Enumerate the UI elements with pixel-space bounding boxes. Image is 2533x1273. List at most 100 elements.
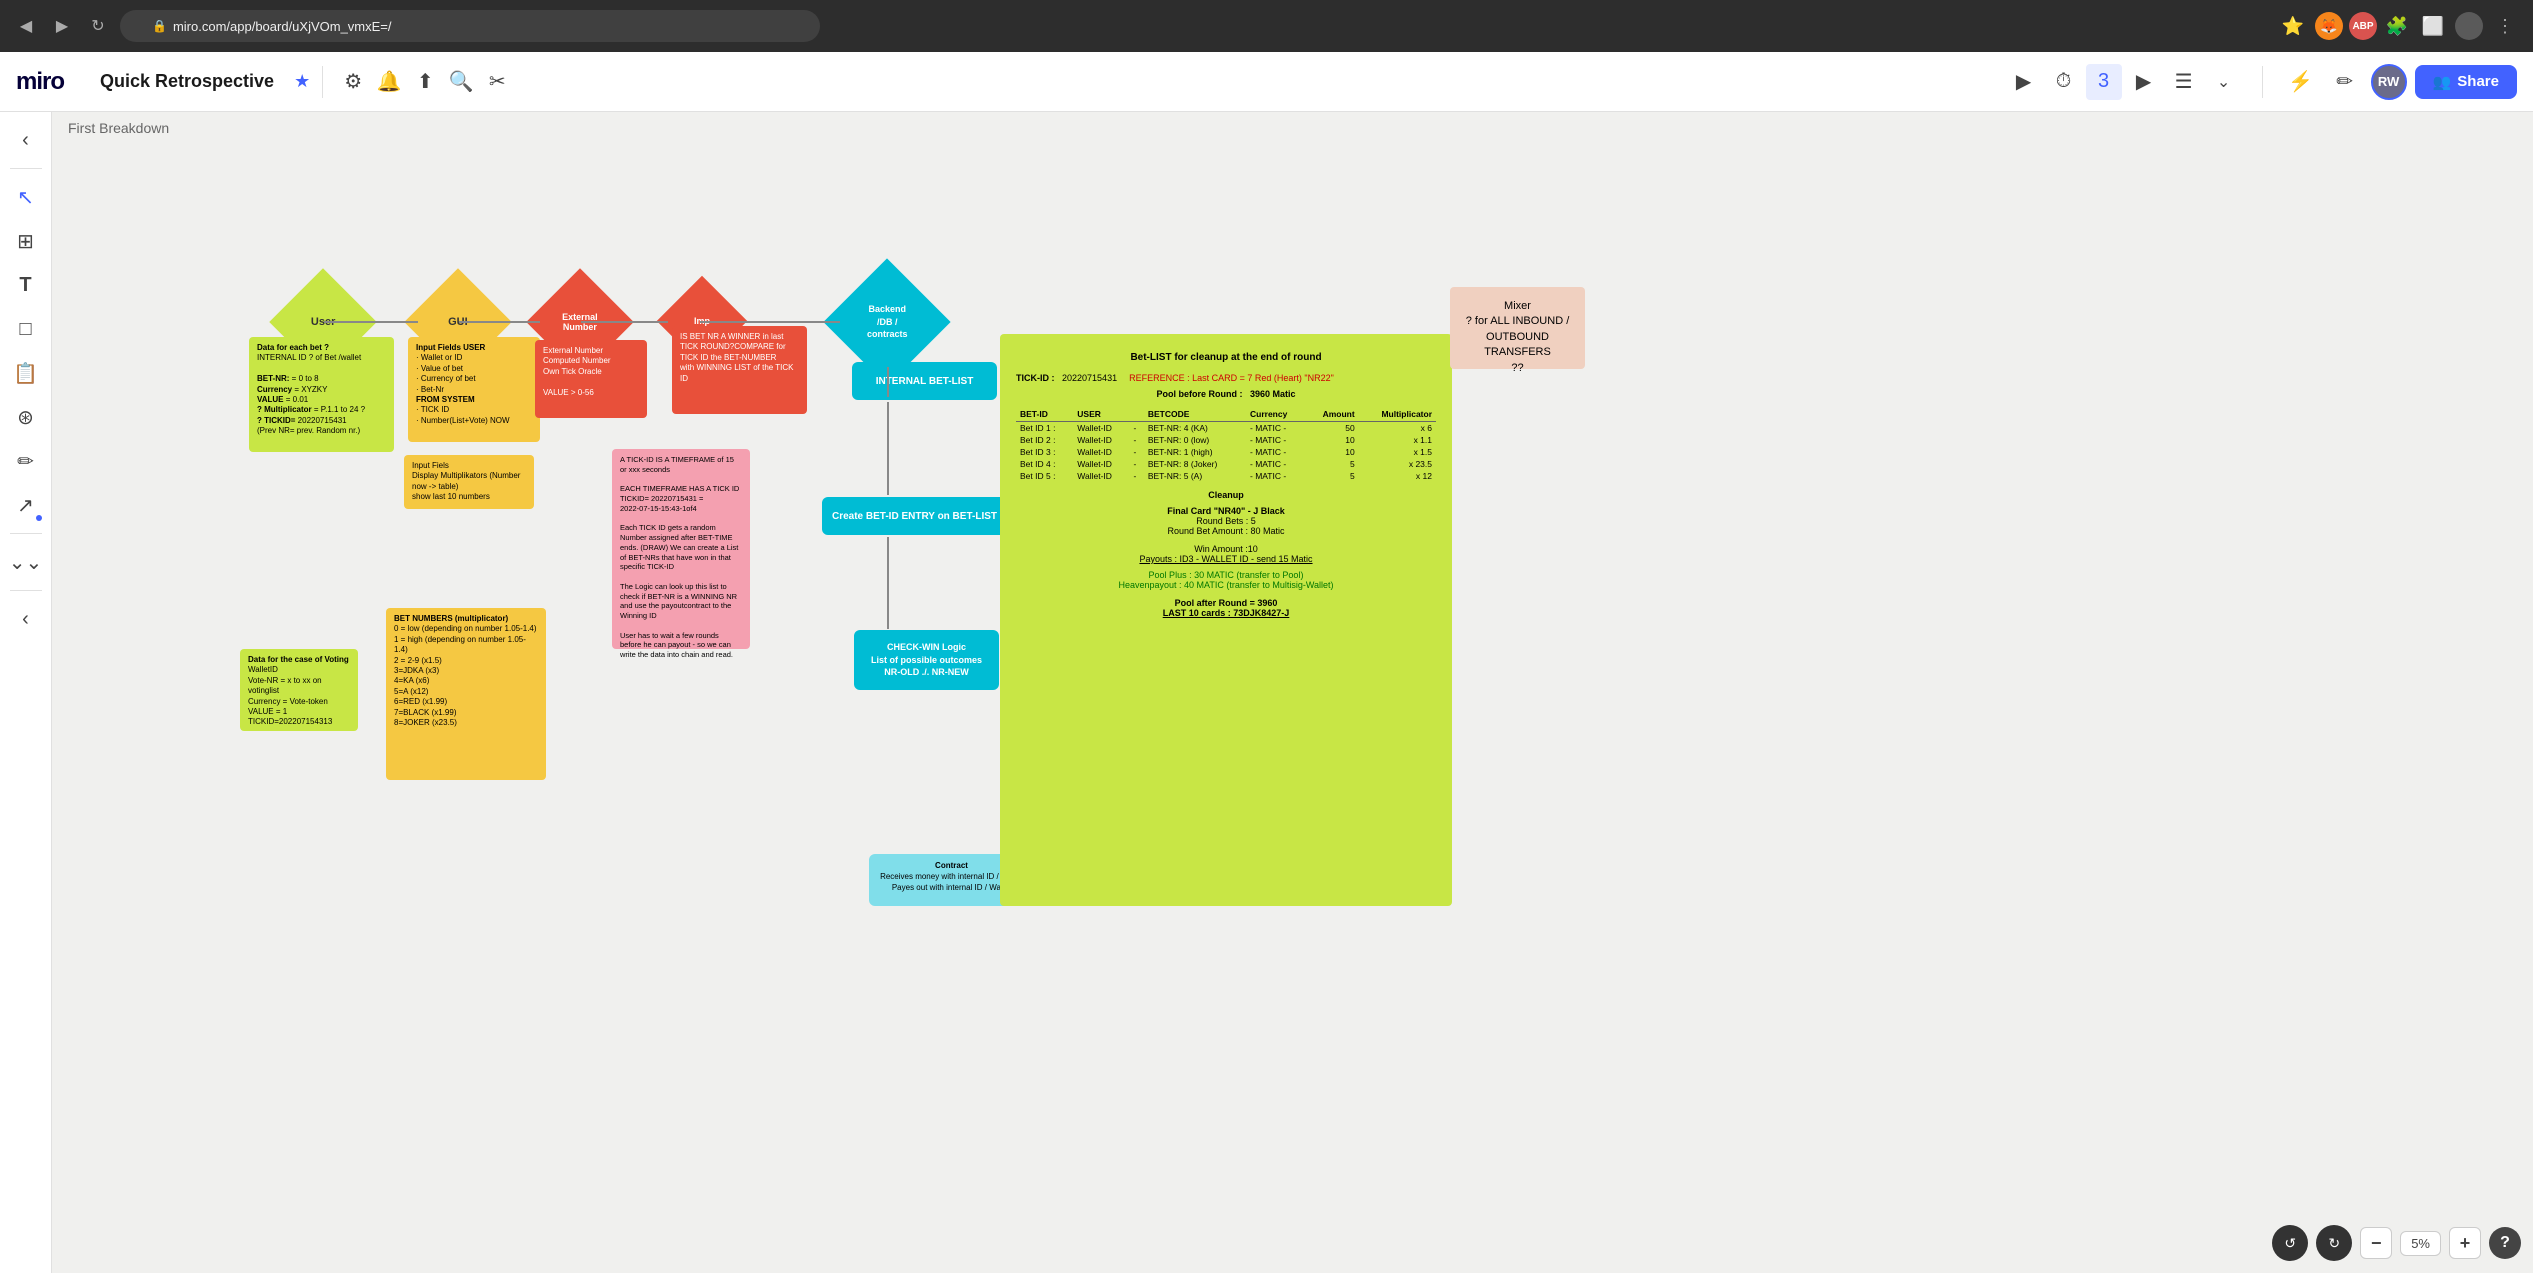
check-win-box[interactable]: CHECK-WIN LogicList of possible outcomes… xyxy=(854,630,999,690)
collapse-bottom-button[interactable]: ‹ xyxy=(6,599,46,639)
crop-icon[interactable]: ✂ xyxy=(479,64,515,100)
pen-tool-icon[interactable]: ✏ xyxy=(2327,64,2363,100)
browser-chrome: ◀ ▶ ↻ 🔒 miro.com/app/board/uXjVOm_vmxE=/… xyxy=(0,0,2533,52)
collapse-icon[interactable]: ▶ xyxy=(2006,64,2042,100)
notes-button[interactable]: 📋 xyxy=(6,353,46,393)
abp-icon: ABP xyxy=(2349,12,2377,40)
board-title[interactable]: Quick Retrospective xyxy=(92,67,282,96)
user-data-sticky[interactable]: Data for each bet ? INTERNAL ID ? of Bet… xyxy=(249,337,394,452)
tick-id-row: TICK-ID : 20220715431 REFERENCE : Last C… xyxy=(1016,373,1436,383)
share-label: Share xyxy=(2457,73,2499,90)
menu-list-icon[interactable]: ☰ xyxy=(2166,64,2202,100)
round-bets-label: Round Bets : 5 xyxy=(1016,516,1436,526)
create-bet-id-box[interactable]: Create BET-ID ENTRY on BET-LIST xyxy=(822,497,1007,535)
tick-id-sticky[interactable]: A TICK-ID IS A TIMEFRAME of 15 or xxx se… xyxy=(612,449,750,649)
nav-back-button[interactable]: ◀ xyxy=(12,12,40,40)
bet-numbers-sticky[interactable]: BET NUMBERS (multiplicator) 0 = low (dep… xyxy=(386,608,546,780)
line-user-gui xyxy=(324,321,418,323)
input-fields-text: Input Fields USER · Wallet or ID · Value… xyxy=(416,343,532,426)
more-options-icon[interactable]: ⌄ xyxy=(2206,64,2242,100)
mixer-box[interactable]: Mixer ? for ALL INBOUND / OUTBOUND TRANS… xyxy=(1450,287,1585,369)
more-tools-button[interactable]: ⌄⌄ xyxy=(6,542,46,582)
table-row: Bet ID 5 : Wallet-ID - BET-NR: 5 (A) - M… xyxy=(1016,470,1436,482)
table-row: Bet ID 4 : Wallet-ID - BET-NR: 8 (Joker)… xyxy=(1016,458,1436,470)
bet-table: BET-ID USER BETCODE Currency Amount Mult… xyxy=(1016,407,1436,482)
main-canvas[interactable]: First Breakdown User GUI ExternalNumber … xyxy=(52,112,2533,1273)
tick-id-text: A TICK-ID IS A TIMEFRAME of 15 or xxx se… xyxy=(620,455,742,660)
cleanup-label: Cleanup xyxy=(1016,490,1436,500)
final-card-label: Final Card "NR40" - J Black xyxy=(1016,506,1436,516)
active-dot xyxy=(36,515,42,521)
line-gui-ext xyxy=(459,321,540,323)
is-bet-nr-sticky[interactable]: IS BET NR A WINNER in last TICK ROUND?CO… xyxy=(672,326,807,414)
help-button[interactable]: ? xyxy=(2489,1227,2521,1259)
voting-data-text: Data for the case of Voting WalletID Vot… xyxy=(248,655,350,728)
line-backend-betlist xyxy=(887,367,889,397)
arrow-tool-button[interactable]: ↗ xyxy=(6,485,46,525)
bookmark-icon[interactable]: ⭐ xyxy=(2277,10,2309,42)
upload-icon[interactable]: ⬆ xyxy=(407,64,443,100)
line-ext-imp xyxy=(581,321,668,323)
cursor-tool-button[interactable]: ↖ xyxy=(6,177,46,217)
zoom-in-button[interactable]: + xyxy=(2449,1227,2481,1259)
sticky-note-button[interactable]: □ xyxy=(6,309,46,349)
present-icon[interactable]: ▶ xyxy=(2126,64,2162,100)
internal-bet-list-label: INTERNAL BET-LIST xyxy=(876,376,974,387)
sidebar-separator-3 xyxy=(10,590,42,591)
lock-icon: 🔒 xyxy=(152,19,167,33)
zoom-level-display: 5% xyxy=(2400,1231,2441,1256)
url-text: miro.com/app/board/uXjVOm_vmxE=/ xyxy=(173,19,392,34)
round-bet-amount-label: Round Bet Amount : 80 Matic xyxy=(1016,526,1436,536)
user-avatar xyxy=(2455,12,2483,40)
heaven-payout-label: Heavenpayout : 40 MATIC (transfer to Mul… xyxy=(1016,580,1436,590)
toolbar-separator-1 xyxy=(322,66,323,98)
frames-icon[interactable]: 3 xyxy=(2086,64,2122,100)
timer-icon[interactable]: ⏱ xyxy=(2046,64,2082,100)
nav-forward-button[interactable]: ▶ xyxy=(48,12,76,40)
pool-after-label: Pool after Round = 3960 xyxy=(1016,598,1436,608)
extensions-icon[interactable]: 🧩 xyxy=(2383,12,2411,40)
payouts-label: Payouts : ID3 - WALLET ID - send 15 Mati… xyxy=(1016,554,1436,564)
share-button[interactable]: 👥 Share xyxy=(2415,65,2517,99)
share-people-icon: 👥 xyxy=(2433,73,2452,91)
table-row: Bet ID 2 : Wallet-ID - BET-NR: 0 (low) -… xyxy=(1016,434,1436,446)
toolbar-separator-2 xyxy=(2262,66,2263,98)
input-fields-sticky-2[interactable]: Input Fiels Display Multiplikators (Numb… xyxy=(404,455,534,509)
sidebar-collapse-top-button[interactable]: ‹ xyxy=(6,120,46,160)
frames-sidebar-button[interactable]: ⊞ xyxy=(6,221,46,261)
pen-tool-sidebar-button[interactable]: ✏ xyxy=(6,441,46,481)
table-header-row: BET-ID USER BETCODE Currency Amount Mult… xyxy=(1016,407,1436,422)
board-star-icon[interactable]: ★ xyxy=(294,71,310,92)
sidebar-separator-2 xyxy=(10,533,42,534)
settings-icon[interactable]: ⚙ xyxy=(335,64,371,100)
zoom-out-button[interactable]: − xyxy=(2360,1227,2392,1259)
bottom-toolbar: ↺ ↻ − 5% + ? xyxy=(2272,1225,2521,1261)
sidebar-separator-1 xyxy=(10,168,42,169)
address-bar[interactable]: 🔒 miro.com/app/board/uXjVOm_vmxE=/ xyxy=(120,10,820,42)
breadcrumb: First Breakdown xyxy=(68,120,169,136)
external-number-sticky[interactable]: External Number Computed Number Own Tick… xyxy=(535,340,647,418)
mixer-label: Mixer ? for ALL INBOUND / OUTBOUND TRANS… xyxy=(1462,299,1573,376)
user-avatar-button[interactable]: RW xyxy=(2371,64,2407,100)
internal-bet-list-box[interactable]: INTERNAL BET-LIST xyxy=(852,362,997,400)
input-fields-sticky[interactable]: Input Fields USER · Wallet or ID · Value… xyxy=(408,337,540,442)
menu-icon[interactable]: ⋮ xyxy=(2489,10,2521,42)
miro-toolbar: miro Quick Retrospective ★ ⚙ 🔔 ⬆ 🔍 ✂ ▶ ⏱… xyxy=(0,52,2533,112)
line-imp-backend xyxy=(700,321,840,323)
pool-plus-label: Pool Plus : 30 MATIC (transfer to Pool) xyxy=(1016,570,1436,580)
line-createbet-checkwin xyxy=(887,537,889,629)
voting-data-sticky[interactable]: Data for the case of Voting WalletID Vot… xyxy=(240,649,358,731)
shapes-button[interactable]: ⊛ xyxy=(6,397,46,437)
split-screen-icon[interactable]: ⬜ xyxy=(2417,10,2449,42)
filter-icon[interactable]: ⚡ xyxy=(2283,64,2319,100)
line-betlist-createbet xyxy=(887,402,889,495)
win-amount-label: Win Amount :10 xyxy=(1016,544,1436,554)
table-row: Bet ID 3 : Wallet-ID - BET-NR: 1 (high) … xyxy=(1016,446,1436,458)
text-tool-button[interactable]: T xyxy=(6,265,46,305)
create-bet-id-label: Create BET-ID ENTRY on BET-LIST xyxy=(832,511,997,522)
notifications-icon[interactable]: 🔔 xyxy=(371,64,407,100)
redo-button[interactable]: ↻ xyxy=(2316,1225,2352,1261)
search-icon[interactable]: 🔍 xyxy=(443,64,479,100)
undo-button[interactable]: ↺ xyxy=(2272,1225,2308,1261)
nav-refresh-button[interactable]: ↻ xyxy=(84,12,112,40)
